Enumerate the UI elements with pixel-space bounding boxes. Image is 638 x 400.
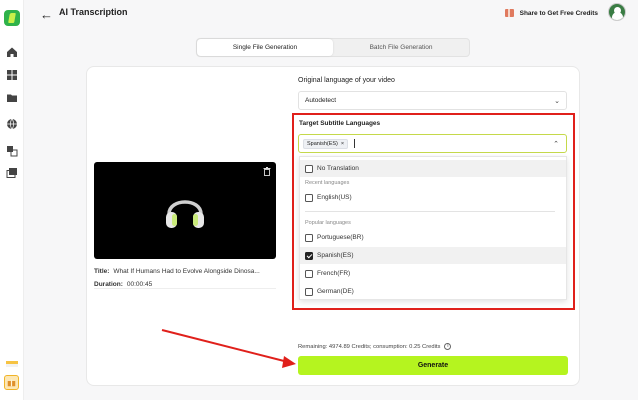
flag-icon[interactable] — [6, 358, 18, 367]
target-languages-label: Target Subtitle Languages — [299, 120, 381, 127]
info-icon[interactable]: i — [444, 343, 452, 350]
option-french-fr[interactable]: French(FR) — [300, 265, 566, 282]
option-no-translation[interactable]: No Translation — [300, 160, 566, 177]
credits-remaining: Remaining: 4974.89 Credits; consumption:… — [298, 343, 452, 350]
gift-icon[interactable] — [4, 375, 19, 390]
generate-button[interactable]: Generate — [298, 356, 568, 375]
chevron-up-icon[interactable]: ⌃ — [553, 140, 559, 148]
popular-languages-label: Popular languages — [305, 220, 351, 226]
option-portuguese-br[interactable]: Portuguese(BR) — [300, 229, 566, 246]
trash-icon[interactable] — [263, 167, 271, 176]
share-credits-link[interactable]: Share to Get Free Credits — [504, 9, 598, 17]
original-language-value: Autodetect — [305, 97, 337, 104]
original-language-label: Original language of your video — [298, 77, 395, 84]
video-info: Title: What If Humans Had to Evolve Alon… — [94, 262, 276, 289]
grid-icon[interactable] — [6, 69, 18, 81]
chip-label: Spanish(ES) — [307, 140, 338, 147]
app-logo[interactable] — [4, 10, 20, 26]
tab-batch-file[interactable]: Batch File Generation — [333, 39, 469, 56]
video-duration-label: Duration: — [94, 281, 123, 288]
option-label: No Translation — [317, 165, 359, 172]
back-arrow-icon[interactable]: ← — [40, 7, 53, 22]
headphones-icon — [166, 200, 204, 228]
checkbox-checked[interactable] — [305, 251, 313, 260]
generation-mode-tabs: Single File Generation Batch File Genera… — [196, 38, 470, 57]
selected-language-chip: Spanish(ES) × — [303, 138, 349, 149]
option-label: English(US) — [317, 194, 352, 201]
sidebar — [0, 0, 24, 400]
option-english-us[interactable]: English(US) — [300, 189, 566, 206]
option-label: Portuguese(BR) — [317, 234, 364, 241]
chevron-down-icon: ⌄ — [554, 97, 560, 105]
text-caret — [354, 139, 356, 148]
checkbox[interactable] — [305, 233, 313, 242]
home-icon[interactable] — [6, 46, 18, 58]
folder-icon[interactable] — [6, 92, 18, 104]
chip-close-icon[interactable]: × — [341, 141, 344, 147]
media-icon[interactable] — [6, 167, 18, 179]
language-dropdown: No Translation Recent languages English(… — [299, 156, 567, 300]
checkbox[interactable] — [305, 164, 313, 173]
credits-remaining-text: Remaining: 4974.89 Credits; consumption:… — [298, 343, 441, 350]
avatar[interactable] — [608, 3, 626, 21]
video-preview[interactable] — [94, 162, 276, 259]
share-credits-label: Share to Get Free Credits — [519, 9, 598, 17]
option-label: Spanish(ES) — [317, 252, 354, 259]
gift-box-icon — [504, 9, 514, 17]
page-title: AI Transcription — [59, 7, 128, 17]
video-title-value: What If Humans Had to Evolve Alongside D… — [113, 268, 260, 275]
tab-single-file[interactable]: Single File Generation — [197, 39, 333, 56]
checkbox[interactable] — [305, 287, 313, 296]
video-title-label: Title: — [94, 268, 110, 275]
option-spanish-es[interactable]: Spanish(ES) — [300, 247, 566, 264]
divider — [305, 211, 555, 212]
globe-icon[interactable] — [6, 118, 18, 130]
checkbox[interactable] — [305, 269, 313, 278]
option-german-de[interactable]: German(DE) — [300, 283, 566, 300]
translate-icon[interactable] — [6, 145, 18, 157]
video-duration-value: 00:00:45 — [126, 281, 153, 288]
target-languages-select[interactable]: Spanish(ES) × ⌃ — [298, 134, 567, 153]
original-language-select[interactable]: Autodetect ⌄ — [298, 91, 567, 110]
checkbox[interactable] — [305, 193, 313, 202]
recent-languages-label: Recent languages — [305, 180, 350, 186]
option-label: French(FR) — [317, 270, 351, 277]
option-label: German(DE) — [317, 288, 354, 295]
